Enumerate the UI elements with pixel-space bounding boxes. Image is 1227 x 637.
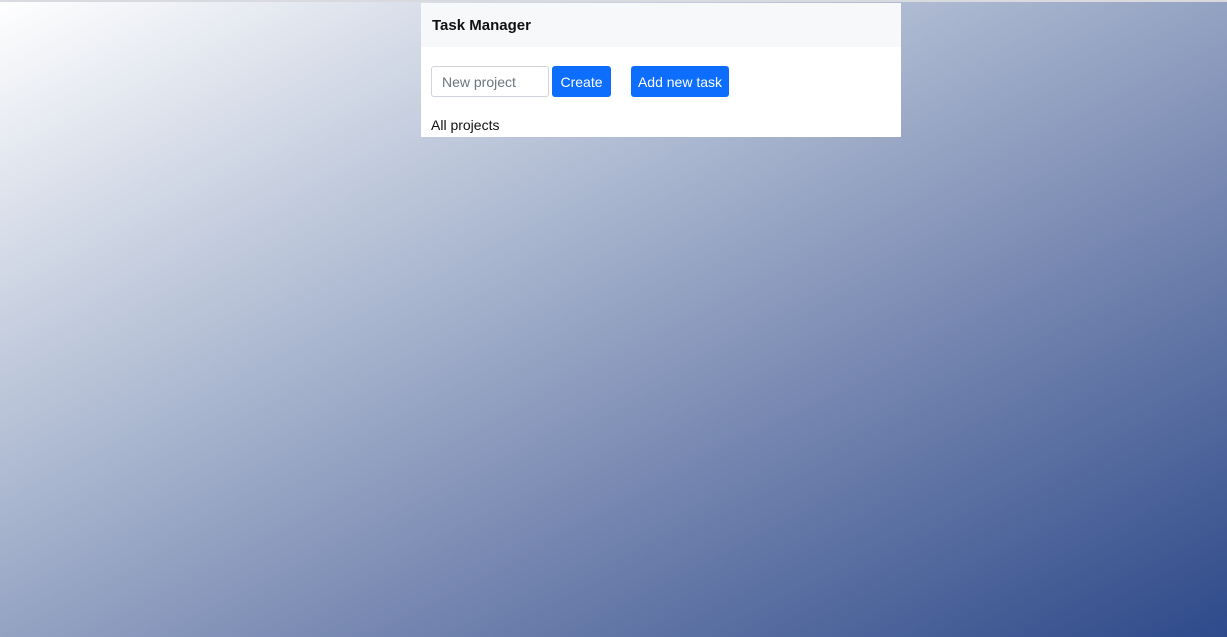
new-project-input[interactable] [431, 66, 549, 97]
task-manager-panel: Task Manager Create Add new task All pro… [421, 3, 901, 137]
all-projects-label: All projects [431, 117, 500, 133]
create-project-button[interactable]: Create [552, 66, 611, 97]
add-new-task-button[interactable]: Add new task [631, 66, 729, 97]
project-form: Create Add new task [431, 66, 729, 97]
page-title: Task Manager [432, 16, 531, 34]
page-header: Task Manager [421, 3, 901, 47]
